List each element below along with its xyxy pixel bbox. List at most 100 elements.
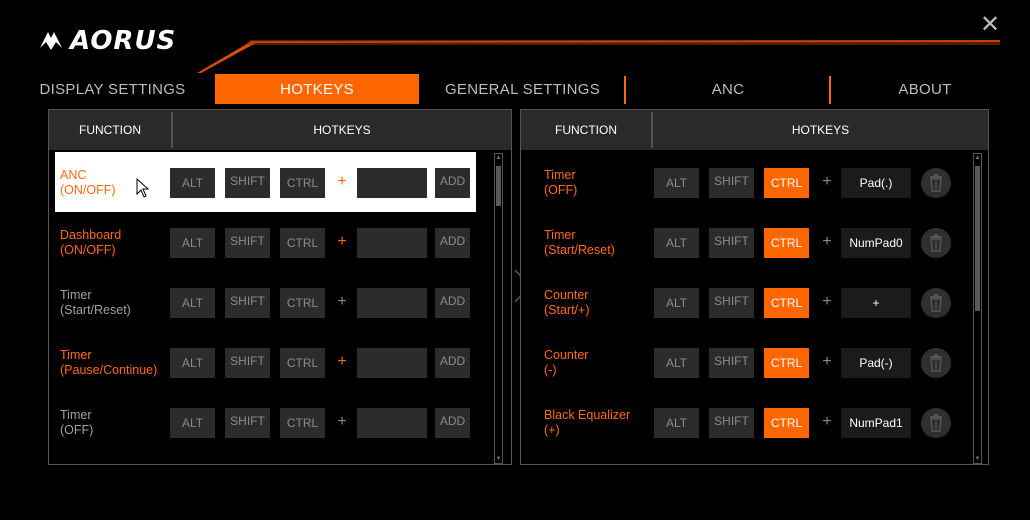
- shift-key-toggle[interactable]: SHIFT: [225, 228, 270, 258]
- ctrl-key-toggle[interactable]: CTRL: [764, 288, 809, 318]
- plus-sign: +: [337, 353, 347, 370]
- ctrl-key-toggle[interactable]: CTRL: [764, 348, 809, 378]
- hotkey-row-dashboard: Dashboard (ON/OFF) ALT SHIFT CTRL + ADD: [55, 212, 476, 272]
- add-button[interactable]: ADD: [435, 288, 470, 318]
- ctrl-key-toggle[interactable]: CTRL: [280, 228, 325, 258]
- ctrl-key-toggle[interactable]: CTRL: [280, 408, 325, 438]
- tab-hotkeys[interactable]: HOTKEYS: [215, 74, 419, 104]
- shift-key-toggle[interactable]: SHIFT: [225, 348, 270, 378]
- shift-key-toggle[interactable]: SHIFT: [709, 288, 754, 318]
- scroll-down-icon[interactable]: ▼: [974, 455, 981, 463]
- tab-separator: [624, 76, 626, 104]
- function-label: ANC (ON/OFF): [60, 168, 116, 197]
- key-field[interactable]: [357, 168, 427, 198]
- left-header-function: FUNCTION: [79, 123, 141, 137]
- alt-key-toggle[interactable]: ALT: [654, 288, 699, 318]
- shift-key-toggle[interactable]: SHIFT: [709, 228, 754, 258]
- key-field[interactable]: Pad(.): [841, 168, 911, 198]
- scroll-thumb[interactable]: [496, 166, 501, 206]
- right-scrollbar[interactable]: ▲ ▼: [973, 153, 982, 464]
- plus-sign: +: [822, 293, 832, 310]
- ctrl-key-toggle[interactable]: CTRL: [280, 168, 325, 198]
- hotkey-row-timer-start-reset: Timer (Start/Reset) ALT SHIFT CTRL + ADD: [55, 272, 476, 332]
- ctrl-key-toggle[interactable]: CTRL: [280, 288, 325, 318]
- add-button[interactable]: ADD: [435, 228, 470, 258]
- key-field[interactable]: [357, 288, 427, 318]
- plus-sign: +: [822, 413, 832, 430]
- ctrl-key-toggle[interactable]: CTRL: [764, 168, 809, 198]
- add-button[interactable]: ADD: [435, 408, 470, 438]
- scroll-down-icon[interactable]: ▼: [495, 455, 502, 463]
- mouse-cursor-icon: [136, 178, 150, 198]
- hotkey-row-timer-off: Timer (OFF) ALT SHIFT CTRL + Pad(.): [539, 152, 969, 212]
- left-panel-header: FUNCTION HOTKEYS: [49, 110, 511, 150]
- tab-display-settings[interactable]: DISPLAY SETTINGS: [20, 74, 205, 104]
- alt-key-toggle[interactable]: ALT: [170, 408, 215, 438]
- right-header-hotkeys: HOTKEYS: [791, 123, 850, 137]
- hotkey-row-black-equalizer-plus: Black Equalizer (+) ALT SHIFT CTRL + NumP…: [539, 392, 969, 452]
- shift-key-toggle[interactable]: SHIFT: [225, 408, 270, 438]
- right-hotkey-panel: FUNCTION HOTKEYS Timer (OFF) ALT SHIFT CT…: [520, 109, 989, 465]
- key-field[interactable]: +: [841, 288, 911, 318]
- function-label: Timer (Start/Reset): [544, 228, 615, 257]
- shift-key-toggle[interactable]: SHIFT: [709, 348, 754, 378]
- function-label: Dashboard (ON/OFF): [60, 228, 122, 257]
- hotkey-row-counter-start-plus: Counter (Start/+) ALT SHIFT CTRL + +: [539, 272, 969, 332]
- key-field[interactable]: [357, 228, 427, 258]
- function-label: Timer (OFF): [544, 168, 578, 197]
- aorus-eagle-icon: [40, 32, 62, 50]
- key-field[interactable]: NumPad0: [841, 228, 911, 258]
- add-button[interactable]: ADD: [435, 168, 470, 198]
- trash-icon[interactable]: [921, 228, 951, 258]
- trash-icon[interactable]: [921, 288, 951, 318]
- hotkey-row-counter-minus: Counter (-) ALT SHIFT CTRL + Pad(-): [539, 332, 969, 392]
- alt-key-toggle[interactable]: ALT: [170, 168, 215, 198]
- left-header-hotkeys: HOTKEYS: [313, 123, 371, 137]
- plus-sign: +: [337, 173, 347, 190]
- left-scrollbar[interactable]: ▲ ▼: [494, 153, 503, 464]
- shift-key-toggle[interactable]: SHIFT: [709, 168, 754, 198]
- tab-general-settings[interactable]: GENERAL SETTINGS: [425, 74, 620, 104]
- alt-key-toggle[interactable]: ALT: [654, 408, 699, 438]
- shift-key-toggle[interactable]: SHIFT: [709, 408, 754, 438]
- key-field[interactable]: NumPad1: [841, 408, 911, 438]
- function-label: Counter (Start/+): [544, 288, 590, 317]
- tab-about[interactable]: ABOUT: [835, 74, 1015, 104]
- plus-sign: +: [822, 353, 832, 370]
- right-panel-header: FUNCTION HOTKEYS: [521, 110, 988, 150]
- scroll-thumb[interactable]: [975, 166, 980, 311]
- trash-icon[interactable]: [921, 348, 951, 378]
- key-field[interactable]: [357, 348, 427, 378]
- function-label: Timer (Pause/Continue): [60, 348, 158, 377]
- alt-key-toggle[interactable]: ALT: [654, 168, 699, 198]
- hotkey-row-anc[interactable]: ANC (ON/OFF) ALT SHIFT CTRL + ADD: [55, 152, 476, 212]
- right-header-function: FUNCTION: [555, 123, 617, 137]
- tab-anc[interactable]: ANC: [630, 74, 826, 104]
- key-field[interactable]: [357, 408, 427, 438]
- key-field[interactable]: Pad(-): [841, 348, 911, 378]
- plus-sign: +: [822, 173, 832, 190]
- scroll-up-icon[interactable]: ▲: [974, 154, 981, 162]
- alt-key-toggle[interactable]: ALT: [170, 228, 215, 258]
- ctrl-key-toggle[interactable]: CTRL: [764, 408, 809, 438]
- logo-text: AORUS: [70, 26, 177, 56]
- alt-key-toggle[interactable]: ALT: [654, 228, 699, 258]
- close-icon[interactable]: ✕: [978, 13, 1002, 38]
- shift-key-toggle[interactable]: SHIFT: [225, 168, 270, 198]
- trash-icon[interactable]: [921, 408, 951, 438]
- hotkey-row-timer-start-reset: Timer (Start/Reset) ALT SHIFT CTRL + NumP…: [539, 212, 969, 272]
- add-button[interactable]: ADD: [435, 348, 470, 378]
- alt-key-toggle[interactable]: ALT: [170, 288, 215, 318]
- plus-sign: +: [337, 293, 347, 310]
- scroll-up-icon[interactable]: ▲: [495, 154, 502, 162]
- trash-icon[interactable]: [921, 168, 951, 198]
- ctrl-key-toggle[interactable]: CTRL: [764, 228, 809, 258]
- shift-key-toggle[interactable]: SHIFT: [225, 288, 270, 318]
- alt-key-toggle[interactable]: ALT: [170, 348, 215, 378]
- function-label: Timer (OFF): [60, 408, 94, 437]
- function-label: Timer (Start/Reset): [60, 288, 131, 317]
- function-label: Black Equalizer (+): [544, 408, 631, 437]
- app-logo: AORUS: [38, 24, 198, 58]
- alt-key-toggle[interactable]: ALT: [654, 348, 699, 378]
- ctrl-key-toggle[interactable]: CTRL: [280, 348, 325, 378]
